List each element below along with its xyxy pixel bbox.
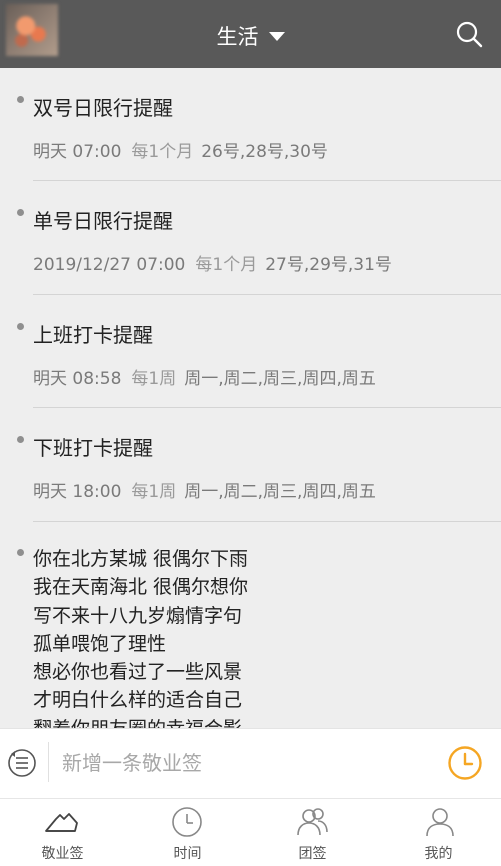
tab-group[interactable]: 团签 — [250, 799, 375, 866]
bullet-dot — [17, 549, 24, 556]
category-title: 生活 — [216, 25, 259, 49]
notes-icon — [45, 813, 78, 832]
tab-time[interactable]: 时间 — [125, 799, 250, 866]
note-text: 你在北方某城 很偶尔下雨 我在天南海北 很偶尔想你 写不来十八九岁煽情字句 孤单… — [33, 548, 249, 728]
reminder-repeat: 每1个月 — [195, 255, 258, 275]
clock-icon — [172, 807, 202, 837]
bullet-dot — [17, 209, 24, 216]
reminder-days: 周一,周二,周三,周四,周五 — [184, 482, 376, 502]
person-icon — [426, 808, 454, 837]
reminder-title: 双号日限行提醒 — [33, 96, 173, 120]
bullet-dot — [17, 436, 24, 443]
reminder-title: 下班打卡提醒 — [33, 436, 153, 460]
tab-mine[interactable]: 我的 — [376, 799, 501, 866]
tab-notes[interactable]: 敬业签 — [0, 799, 125, 866]
reminder-meta: 明天 08:58 每1周 周一,周二,周三,周四,周五 — [33, 364, 376, 389]
list-item[interactable]: 上班打卡提醒 明天 08:58 每1周 周一,周二,周三,周四,周五 — [0, 295, 501, 408]
reminder-date: 明天 18:00 — [33, 482, 122, 502]
top-bar: 生活 — [0, 0, 501, 68]
reminder-days: 周一,周二,周三,周四,周五 — [184, 369, 376, 389]
group-icon — [297, 808, 328, 836]
reminder-list: 双号日限行提醒 明天 07:00 每1个月 26号,28号,30号 单号日限行提醒 … — [0, 68, 501, 728]
tab-label: 敬业签 — [41, 846, 84, 862]
reminder-title: 单号日限行提醒 — [33, 209, 173, 233]
reminder-days: 27号,29号,31号 — [265, 255, 392, 275]
reminder-repeat: 每1周 — [131, 482, 177, 502]
reminder-clock-icon[interactable] — [446, 744, 484, 782]
reminder-repeat: 每1个月 — [131, 142, 194, 162]
search-icon[interactable] — [455, 20, 483, 48]
reminder-repeat: 每1周 — [131, 369, 177, 389]
bullet-dot — [17, 96, 24, 103]
bottom-tab-bar: 敬业签 时间 团签 我的 — [0, 798, 501, 866]
list-menu-icon[interactable] — [6, 747, 38, 779]
tab-label: 我的 — [424, 846, 453, 862]
reminder-meta: 明天 18:00 每1周 周一,周二,周三,周四,周五 — [33, 477, 376, 502]
tab-label: 团签 — [298, 846, 327, 862]
list-item[interactable]: 双号日限行提醒 明天 07:00 每1个月 26号,28号,30号 — [0, 68, 501, 181]
reminder-meta: 明天 07:00 每1个月 26号,28号,30号 — [33, 137, 328, 162]
new-note-input[interactable] — [62, 746, 422, 780]
tab-label: 时间 — [173, 846, 202, 862]
reminder-title: 上班打卡提醒 — [33, 323, 153, 347]
list-item[interactable]: 单号日限行提醒 2019/12/27 07:00 每1个月 27号,29号,31号 — [0, 181, 501, 295]
reminder-date: 明天 08:58 — [33, 369, 122, 389]
category-selector[interactable]: 生活 — [0, 21, 501, 51]
reminder-date: 明天 07:00 — [33, 142, 122, 162]
list-item[interactable]: 下班打卡提醒 明天 18:00 每1周 周一,周二,周三,周四,周五 — [0, 408, 501, 522]
bullet-dot — [17, 323, 24, 330]
reminder-meta: 2019/12/27 07:00 每1个月 27号,29号,31号 — [33, 250, 392, 275]
reminder-days: 26号,28号,30号 — [201, 142, 328, 162]
reminder-date: 2019/12/27 07:00 — [33, 255, 186, 275]
composer-divider — [48, 742, 49, 782]
chevron-down-icon — [268, 31, 285, 41]
